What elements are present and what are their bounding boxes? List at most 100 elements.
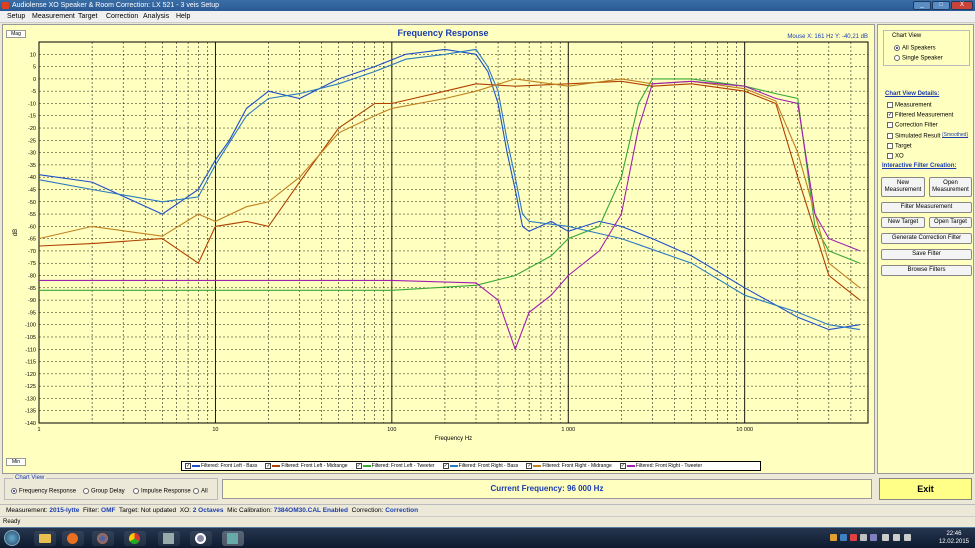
flag-icon[interactable]: [893, 534, 900, 541]
legend-checkbox: ✓: [526, 463, 533, 469]
volume-icon[interactable]: [904, 534, 911, 541]
measurement-value: 2015-lytte: [49, 507, 80, 514]
tray-icon-4[interactable]: [860, 534, 867, 541]
menu-help[interactable]: Help: [176, 13, 190, 20]
generate-correction-filter-button[interactable]: Generate Correction Filter: [881, 233, 972, 244]
check-correction-filter[interactable]: Correction Filter: [887, 122, 938, 129]
y-tick-label: -140: [25, 421, 36, 427]
checkbox-box: ✓: [887, 112, 893, 119]
measurement-label: Measurement:: [6, 507, 48, 514]
y-tick-label: -120: [25, 372, 36, 378]
menu-bar: Setup Measurement Target Correction Anal…: [0, 11, 975, 23]
y-tick-label: -130: [25, 396, 36, 402]
window-title: Audiolense XO Speaker & Room Correction:…: [12, 2, 219, 9]
clock-time: 22:46: [946, 531, 962, 537]
radio-impulse-response[interactable]: Impulse Response: [133, 488, 191, 495]
maximize-button[interactable]: □: [932, 1, 950, 10]
start-button[interactable]: [4, 530, 20, 546]
legend-item-1[interactable]: ✓ Filtered: Front Left - Midrange: [265, 463, 348, 469]
radio-all[interactable]: All: [193, 488, 208, 495]
taskbar-media-icon[interactable]: [62, 531, 84, 546]
y-tick-label: -20: [28, 126, 36, 132]
legend-checkbox: ✓: [355, 463, 362, 469]
save-filter-button[interactable]: Save Filter: [881, 249, 972, 260]
check-xo[interactable]: XO: [887, 153, 904, 160]
menu-measurement[interactable]: Measurement: [32, 13, 75, 20]
y-tick-label: -110: [25, 347, 36, 353]
radio-frequency-response[interactable]: Frequency Response: [11, 488, 76, 495]
radio-dot: [83, 488, 89, 494]
browse-filters-button[interactable]: Browse Filters: [881, 265, 972, 276]
clock[interactable]: 22:46 12.02.2015: [939, 530, 969, 546]
taskbar-audiolense-icon[interactable]: [222, 531, 244, 546]
menu-analysis[interactable]: Analysis: [143, 13, 169, 20]
legend-swatch: [449, 465, 458, 467]
x-tick-label: 10 000: [736, 427, 753, 433]
clock-date: 12.02.2015: [938, 539, 969, 545]
new-measurement-button[interactable]: New Measurement: [881, 177, 925, 197]
chart-view-mode-title: Chart View: [13, 475, 47, 481]
taskbar-app-icon[interactable]: [158, 531, 180, 546]
check-measurement[interactable]: Measurement: [887, 102, 932, 109]
menu-setup[interactable]: Setup: [7, 13, 25, 20]
radio-dot: [193, 488, 199, 494]
chart-view-mode-group: Chart View Frequency Response Group Dela…: [4, 475, 218, 500]
taskbar-explorer-icon[interactable]: [34, 531, 56, 546]
y-tick-label: -90: [28, 298, 36, 304]
checkbox-label: Target: [895, 143, 912, 150]
checkbox-box: [887, 122, 893, 129]
checkbox-label: Simulated Result: [895, 133, 941, 140]
tray-icon-1[interactable]: [830, 534, 837, 541]
label-impulse-response: Impulse Response: [141, 488, 191, 495]
radio-group-delay[interactable]: Group Delay: [83, 488, 125, 495]
y-tick-label: -75: [28, 261, 36, 267]
taskbar-audio-icon[interactable]: [190, 531, 212, 546]
info-bar: Measurement: 2015-lytte Filter: OMF Targ…: [0, 504, 975, 516]
y-tick-label: 10: [30, 52, 36, 58]
new-target-button[interactable]: New Target: [881, 217, 925, 228]
legend-item-3[interactable]: ✓ Filtered: Front Right - Bass: [442, 463, 518, 469]
legend-label: Filtered: Front Right - Midrange: [542, 463, 612, 469]
menu-target[interactable]: Target: [78, 13, 97, 20]
details-title: Chart View Details:: [885, 91, 940, 97]
y-axis-label: dB: [13, 229, 19, 236]
legend-label: Filtered: Front Left - Tweeter: [371, 463, 435, 469]
filter-measurement-button[interactable]: Filter Measurement: [881, 202, 972, 213]
close-button[interactable]: X: [951, 1, 973, 10]
checkbox-label: Measurement: [895, 102, 932, 109]
check-target[interactable]: Target: [887, 142, 912, 150]
radio-all-speakers[interactable]: All Speakers: [894, 45, 936, 52]
y-tick-label: -125: [25, 384, 36, 390]
legend-item-5[interactable]: ✓ Filtered: Front Right - Tweeter: [619, 463, 703, 469]
tray-icon-3[interactable]: [850, 534, 857, 541]
legend-item-0[interactable]: ✓ Filtered: Front Left - Bass: [185, 463, 257, 469]
x-tick-label: 1 000: [561, 427, 575, 433]
frequency-response-plot[interactable]: 10 5 0 -5 -10 -15 -20 -25 -30 -35 -40 -45 -50 -55 -60 -…: [3, 25, 874, 473]
taskbar-chrome-icon[interactable]: [124, 531, 146, 546]
chart-view-title: Chart View: [892, 33, 922, 39]
radio-single-speaker[interactable]: Single Speaker: [894, 55, 943, 62]
network-icon[interactable]: [882, 534, 889, 541]
bottom-panel: Chart View Frequency Response Group Dela…: [0, 475, 975, 503]
legend-swatch: [362, 465, 371, 467]
exit-button[interactable]: Exit: [879, 478, 972, 500]
filter-value: OMF: [101, 507, 116, 514]
check-simulated-result[interactable]: Simulated Result: [887, 132, 941, 140]
taskbar-firefox-icon[interactable]: [92, 531, 114, 546]
chart-view-group: Chart View All Speakers Single Speaker: [883, 30, 970, 66]
minimize-button[interactable]: _: [913, 1, 931, 10]
y-tick-label: -135: [25, 409, 36, 415]
legend-item-2[interactable]: ✓ Filtered: Front Left - Tweeter: [355, 463, 435, 469]
legend-item-4[interactable]: ✓ Filtered: Front Right - Midrange: [526, 463, 612, 469]
y-tick-label: -65: [28, 237, 36, 243]
menu-correction[interactable]: Correction: [106, 13, 138, 20]
check-filtered-measurement[interactable]: ✓ Filtered Measurement: [887, 112, 953, 119]
smoothed-link[interactable]: (Smoothed): [942, 132, 968, 138]
open-target-button[interactable]: Open Target: [929, 217, 972, 228]
tray-icon-5[interactable]: [870, 534, 877, 541]
current-frequency-display: Current Frequency: 96 000 Hz: [222, 479, 872, 499]
legend-label: Filtered: Front Right - Tweeter: [635, 463, 703, 469]
x-axis-label: Frequency Hz: [435, 436, 472, 442]
tray-icon-2[interactable]: [840, 534, 847, 541]
open-measurement-button[interactable]: Open Measurement: [929, 177, 972, 197]
